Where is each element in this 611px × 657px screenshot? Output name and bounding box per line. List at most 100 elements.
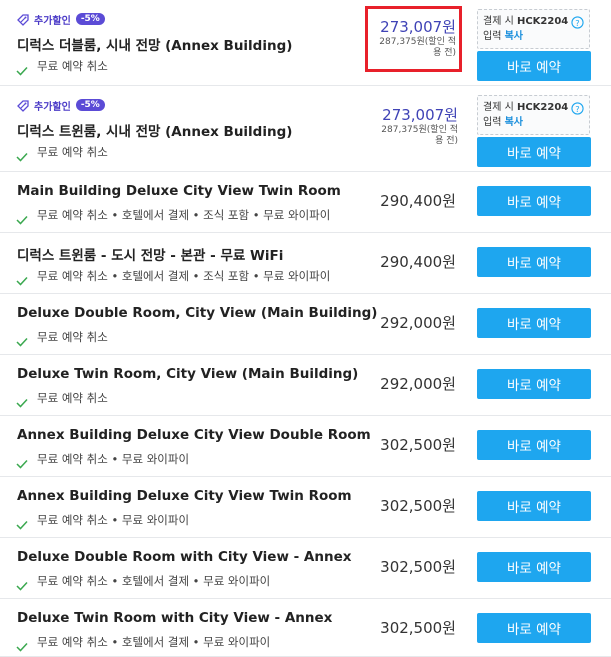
- room-list: 추가할인 -5% 디럭스 더블룸, 시내 전망 (Annex Building) 무료…: [0, 0, 611, 657]
- discount-badge: 추가할인 -5%: [16, 97, 105, 113]
- room-price: 292,000원: [380, 375, 456, 393]
- discounted-price: 273,007원: [380, 18, 456, 36]
- feature-text: 무료 예약 취소 • 호텔에서 결제 • 무료 와이파이: [37, 574, 271, 588]
- room-name[interactable]: Deluxe Double Room with City View - Anne…: [17, 549, 351, 565]
- coupon-copy-link[interactable]: 복사: [505, 31, 523, 42]
- tag-icon: [16, 98, 30, 112]
- feature-text: 무료 예약 취소: [37, 391, 108, 405]
- room-row: Main Building Deluxe City View Twin Room…: [0, 172, 611, 233]
- coupon-input-label: 입력: [483, 31, 505, 42]
- original-price: 287,375원(할인 적: [381, 125, 458, 135]
- coupon-copy-link[interactable]: 복사: [505, 117, 523, 128]
- coupon-line-2: 입력 복사: [483, 115, 584, 130]
- coupon-code: HCK2204: [516, 16, 569, 27]
- room-features: 무료 예약 취소 • 호텔에서 결제 • 무료 와이파이: [16, 634, 271, 652]
- feature-text: 무료 예약 취소: [37, 330, 108, 344]
- room-features: 무료 예약 취소: [16, 329, 108, 347]
- room-row: Deluxe Double Room with City View - Anne…: [0, 538, 611, 599]
- coupon-input-label: 입력: [483, 117, 505, 128]
- book-now-button[interactable]: 바로 예약: [477, 552, 591, 582]
- check-icon: [16, 271, 28, 286]
- coupon-line-1: 결제 시 HCK2204: [483, 100, 584, 115]
- feature-text: 무료 예약 취소 • 호텔에서 결제 • 무료 와이파이: [37, 635, 271, 649]
- check-icon: [16, 393, 28, 408]
- discount-percent: -5%: [75, 99, 105, 111]
- room-price: 302,500원: [380, 558, 456, 576]
- price-block: 273,007원 287,375원(할인 적용 전): [365, 6, 462, 72]
- coupon-line-1: 결제 시 HCK2204: [483, 14, 584, 29]
- feature-text: 무료 예약 취소 • 호텔에서 결제 • 조식 포함 • 무료 와이파이: [37, 208, 331, 222]
- room-name[interactable]: 디럭스 트윈룸, 시내 전망 (Annex Building): [17, 120, 292, 140]
- book-now-button[interactable]: 바로 예약: [477, 430, 591, 460]
- room-row: Deluxe Twin Room, City View (Main Buildi…: [0, 355, 611, 416]
- room-features: 무료 예약 취소 • 호텔에서 결제 • 조식 포함 • 무료 와이파이: [16, 207, 331, 225]
- check-icon: [16, 576, 28, 591]
- coupon-prefix: 결제 시: [483, 102, 517, 113]
- coupon-box: 결제 시 HCK2204 입력 복사?: [477, 9, 590, 49]
- feature-text: 무료 예약 취소: [37, 59, 108, 73]
- book-now-button[interactable]: 바로 예약: [477, 186, 591, 216]
- room-name[interactable]: Deluxe Twin Room with City View - Annex: [17, 610, 332, 626]
- discount-label: 추가할인: [34, 15, 71, 27]
- book-now-button[interactable]: 바로 예약: [477, 308, 591, 338]
- room-name[interactable]: Deluxe Double Room, City View (Main Buil…: [17, 305, 377, 321]
- room-row: 디럭스 트윈룸 - 도시 전망 - 본관 - 무료 WiFi 무료 예약 취소 •…: [0, 233, 611, 294]
- room-price: 290,400원: [380, 192, 456, 210]
- price-block: 273,007원 287,375원(할인 적용 전): [365, 95, 461, 157]
- room-name[interactable]: Main Building Deluxe City View Twin Room: [17, 183, 341, 199]
- room-row: Deluxe Double Room, City View (Main Buil…: [0, 294, 611, 355]
- room-price: 302,500원: [380, 619, 456, 637]
- room-name[interactable]: Annex Building Deluxe City View Double R…: [17, 427, 371, 443]
- room-price: 292,000원: [380, 314, 456, 332]
- room-row: 추가할인 -5% 디럭스 트윈룸, 시내 전망 (Annex Building) 무료…: [0, 86, 611, 172]
- discount-percent: -5%: [75, 13, 105, 25]
- check-icon: [16, 61, 28, 76]
- discounted-price: 273,007원: [382, 106, 458, 124]
- room-price: 290,400원: [380, 253, 456, 271]
- room-features: 무료 예약 취소: [16, 390, 108, 408]
- coupon-box: 결제 시 HCK2204 입력 복사?: [477, 95, 590, 135]
- feature-text: 무료 예약 취소: [37, 145, 108, 159]
- book-now-button[interactable]: 바로 예약: [477, 613, 591, 643]
- room-name[interactable]: 디럭스 더블룸, 시내 전망 (Annex Building): [17, 34, 292, 54]
- check-icon: [16, 147, 28, 162]
- room-name[interactable]: 디럭스 트윈룸 - 도시 전망 - 본관 - 무료 WiFi: [17, 244, 283, 264]
- room-name[interactable]: Annex Building Deluxe City View Twin Roo…: [17, 488, 352, 504]
- coupon-prefix: 결제 시: [483, 16, 517, 27]
- room-price: 302,500원: [380, 497, 456, 515]
- room-row: Annex Building Deluxe City View Double R…: [0, 416, 611, 477]
- room-features: 무료 예약 취소 • 호텔에서 결제 • 조식 포함 • 무료 와이파이: [16, 268, 331, 286]
- room-row: Deluxe Twin Room with City View - Annex 무…: [0, 599, 611, 657]
- room-row: 추가할인 -5% 디럭스 더블룸, 시내 전망 (Annex Building) 무료…: [0, 0, 611, 86]
- svg-text:?: ?: [575, 104, 579, 114]
- book-now-button[interactable]: 바로 예약: [477, 247, 591, 277]
- tag-icon: [16, 12, 30, 26]
- room-features: 무료 예약 취소 • 호텔에서 결제 • 무료 와이파이: [16, 573, 271, 591]
- book-now-button[interactable]: 바로 예약: [477, 491, 591, 521]
- original-price-note: 용 전): [433, 48, 456, 58]
- check-icon: [16, 210, 28, 225]
- check-icon: [16, 637, 28, 652]
- check-icon: [16, 454, 28, 469]
- room-features: 무료 예약 취소: [16, 58, 108, 76]
- room-features: 무료 예약 취소 • 무료 와이파이: [16, 451, 189, 469]
- room-features: 무료 예약 취소: [16, 144, 108, 162]
- room-name[interactable]: Deluxe Twin Room, City View (Main Buildi…: [17, 366, 358, 382]
- feature-text: 무료 예약 취소 • 호텔에서 결제 • 조식 포함 • 무료 와이파이: [37, 269, 331, 283]
- book-now-button[interactable]: 바로 예약: [477, 51, 591, 81]
- discount-label: 추가할인: [34, 101, 71, 113]
- book-now-button[interactable]: 바로 예약: [477, 137, 591, 167]
- room-price: 302,500원: [380, 436, 456, 454]
- coupon-code: HCK2204: [516, 102, 569, 113]
- room-features: 무료 예약 취소 • 무료 와이파이: [16, 512, 190, 530]
- room-row: Annex Building Deluxe City View Twin Roo…: [0, 477, 611, 538]
- feature-text: 무료 예약 취소 • 무료 와이파이: [37, 513, 190, 527]
- original-price-note: 용 전): [435, 136, 458, 146]
- help-icon[interactable]: ?: [571, 16, 584, 29]
- help-icon[interactable]: ?: [571, 102, 584, 115]
- discount-badge: 추가할인 -5%: [16, 11, 105, 27]
- book-now-button[interactable]: 바로 예약: [477, 369, 591, 399]
- check-icon: [16, 332, 28, 347]
- svg-text:?: ?: [575, 18, 579, 28]
- coupon-line-2: 입력 복사: [483, 29, 584, 44]
